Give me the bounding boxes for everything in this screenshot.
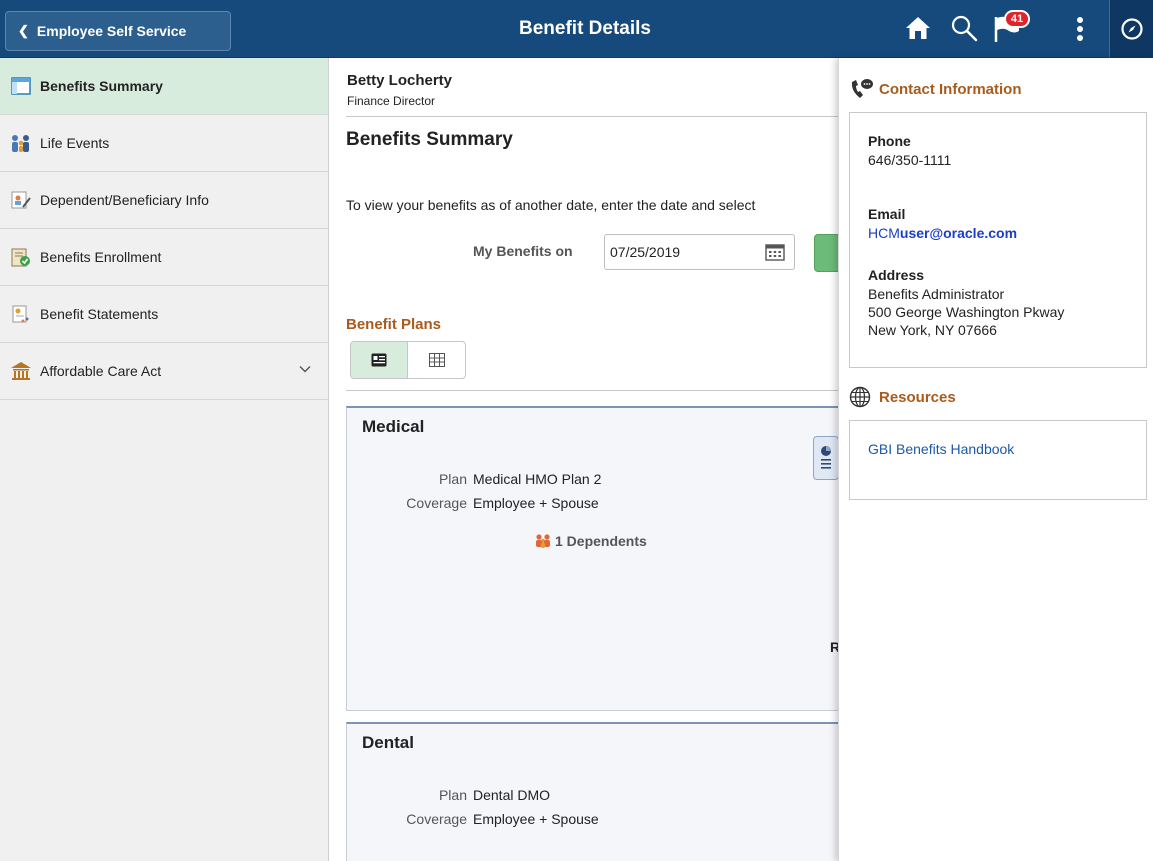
sidebar-item-life-events[interactable]: Life Events bbox=[0, 115, 328, 172]
divider bbox=[346, 116, 839, 117]
dependents-icon bbox=[536, 534, 550, 548]
app-header: ❮ Employee Self Service Benefit Details … bbox=[0, 0, 1153, 58]
coverage-row: Coverage Employee + Spouse bbox=[347, 811, 599, 827]
view-toggle bbox=[350, 341, 466, 379]
grid-view-toggle[interactable] bbox=[408, 342, 465, 378]
card-view-toggle[interactable] bbox=[351, 342, 408, 378]
coverage-value: Employee + Spouse bbox=[473, 811, 599, 827]
chart-button[interactable] bbox=[813, 436, 839, 480]
contact-info-box: Phone 646/350-1111 Email HCMuser@oracle.… bbox=[849, 112, 1147, 368]
section-title: Benefits Summary bbox=[346, 129, 513, 150]
dependent-icon bbox=[10, 189, 32, 211]
refresh-button[interactable] bbox=[814, 234, 839, 272]
calendar-icon[interactable] bbox=[765, 243, 785, 261]
home-icon[interactable] bbox=[904, 14, 932, 42]
related-info-panel: Contact Information Phone 646/350-1111 E… bbox=[838, 58, 1153, 861]
email-rest: user@oracle.com bbox=[899, 225, 1018, 241]
address-line: Benefits Administrator bbox=[868, 286, 1005, 302]
sidebar-item-benefit-statements[interactable]: Benefit Statements bbox=[0, 286, 328, 343]
employee-title: Finance Director bbox=[347, 94, 436, 108]
sidebar-item-benefits-summary[interactable]: Benefits Summary bbox=[0, 58, 328, 115]
date-label: My Benefits on bbox=[473, 243, 573, 259]
contact-info-title: Contact Information bbox=[879, 80, 1022, 98]
address-line: New York, NY 07666 bbox=[868, 322, 997, 338]
divider bbox=[346, 390, 839, 391]
card-title: Dental bbox=[362, 733, 414, 752]
search-icon[interactable] bbox=[950, 14, 978, 42]
plan-label: Plan bbox=[438, 471, 467, 487]
building-icon bbox=[10, 360, 32, 382]
resources-header: Resources bbox=[849, 385, 956, 409]
summary-icon bbox=[10, 75, 32, 97]
sidebar-item-label: Life Events bbox=[40, 135, 110, 151]
navbar-compass-icon bbox=[1120, 18, 1143, 40]
sidebar-item-dependent-beneficiary-info[interactable]: Dependent/Beneficiary Info bbox=[0, 172, 328, 229]
sidebar-item-label: Benefit Statements bbox=[40, 306, 159, 322]
family-icon bbox=[10, 132, 32, 154]
plan-row: Plan Dental DMO bbox=[347, 787, 550, 803]
left-sidebar: Benefits Summary Life Events Dependent/B… bbox=[0, 58, 329, 861]
dental-plan-card[interactable]: Dental Plan Dental DMO Coverage Employee +… bbox=[346, 722, 839, 861]
plan-label: Plan bbox=[438, 787, 467, 803]
main-content: Betty Locherty Finance Director Benefits… bbox=[329, 58, 839, 861]
coverage-value: Employee + Spouse bbox=[473, 495, 599, 511]
navbar-button[interactable] bbox=[1109, 0, 1153, 58]
grid-view-icon bbox=[428, 353, 445, 367]
address-line: 500 George Washington Pkway bbox=[868, 304, 1065, 320]
sidebar-item-label: Dependent/Beneficiary Info bbox=[40, 192, 209, 208]
dependents-link[interactable]: 1 Dependents bbox=[534, 533, 647, 549]
email-link[interactable]: HCMuser@oracle.com bbox=[868, 224, 1017, 242]
coverage-label: Coverage bbox=[406, 811, 467, 827]
back-button-label: Employee Self Service bbox=[36, 23, 187, 39]
sidebar-item-affordable-care-act[interactable]: Affordable Care Act bbox=[0, 343, 328, 400]
email-label: Email bbox=[868, 206, 906, 222]
instructions-text: To view your benefits as of another date… bbox=[346, 197, 756, 213]
resources-box: GBI Benefits Handbook bbox=[849, 420, 1147, 500]
kebab-menu-icon[interactable] bbox=[1070, 14, 1090, 44]
card-view-icon bbox=[371, 353, 387, 367]
coverage-row: Coverage Employee + Spouse bbox=[347, 495, 599, 511]
address-label: Address bbox=[868, 267, 925, 283]
sidebar-item-benefits-enrollment[interactable]: Benefits Enrollment bbox=[0, 229, 328, 286]
benefits-handbook-link[interactable]: GBI Benefits Handbook bbox=[868, 441, 1014, 457]
enrollment-icon bbox=[10, 246, 32, 268]
medical-plan-card[interactable]: Medical Plan Medical HMO Plan 2 Coverage E… bbox=[346, 406, 839, 711]
email-prefix: HCM bbox=[868, 225, 900, 241]
dependents-label: 1 Dependents bbox=[555, 533, 647, 549]
coverage-label: Coverage bbox=[406, 495, 467, 511]
plan-value: Medical HMO Plan 2 bbox=[473, 471, 602, 487]
pie-chart-icon bbox=[821, 446, 831, 469]
back-button[interactable]: ❮ Employee Self Service bbox=[5, 11, 231, 51]
chevron-down-icon[interactable] bbox=[298, 362, 312, 376]
globe-icon bbox=[849, 385, 875, 409]
contact-info-header: Contact Information bbox=[849, 77, 1022, 101]
notification-count-badge: 41 bbox=[1004, 10, 1030, 28]
phone-chat-icon bbox=[849, 77, 875, 101]
chevron-left-icon: ❮ bbox=[18, 23, 29, 38]
benefit-plans-title: Benefit Plans bbox=[346, 316, 442, 333]
employee-name: Betty Locherty bbox=[347, 72, 453, 89]
card-title: Medical bbox=[362, 417, 425, 436]
sidebar-item-label: Affordable Care Act bbox=[40, 363, 162, 379]
resources-title: Resources bbox=[879, 388, 956, 406]
phone-label: Phone bbox=[868, 133, 911, 149]
sidebar-item-label: Benefits Enrollment bbox=[40, 249, 162, 265]
phone-value: 646/350-1111 bbox=[868, 152, 952, 168]
plan-row: Plan Medical HMO Plan 2 bbox=[347, 471, 601, 487]
sidebar-item-label: Benefits Summary bbox=[40, 78, 163, 94]
plan-value: Dental DMO bbox=[473, 787, 551, 803]
page-title: Benefit Details bbox=[519, 18, 651, 39]
statement-icon bbox=[10, 303, 32, 325]
